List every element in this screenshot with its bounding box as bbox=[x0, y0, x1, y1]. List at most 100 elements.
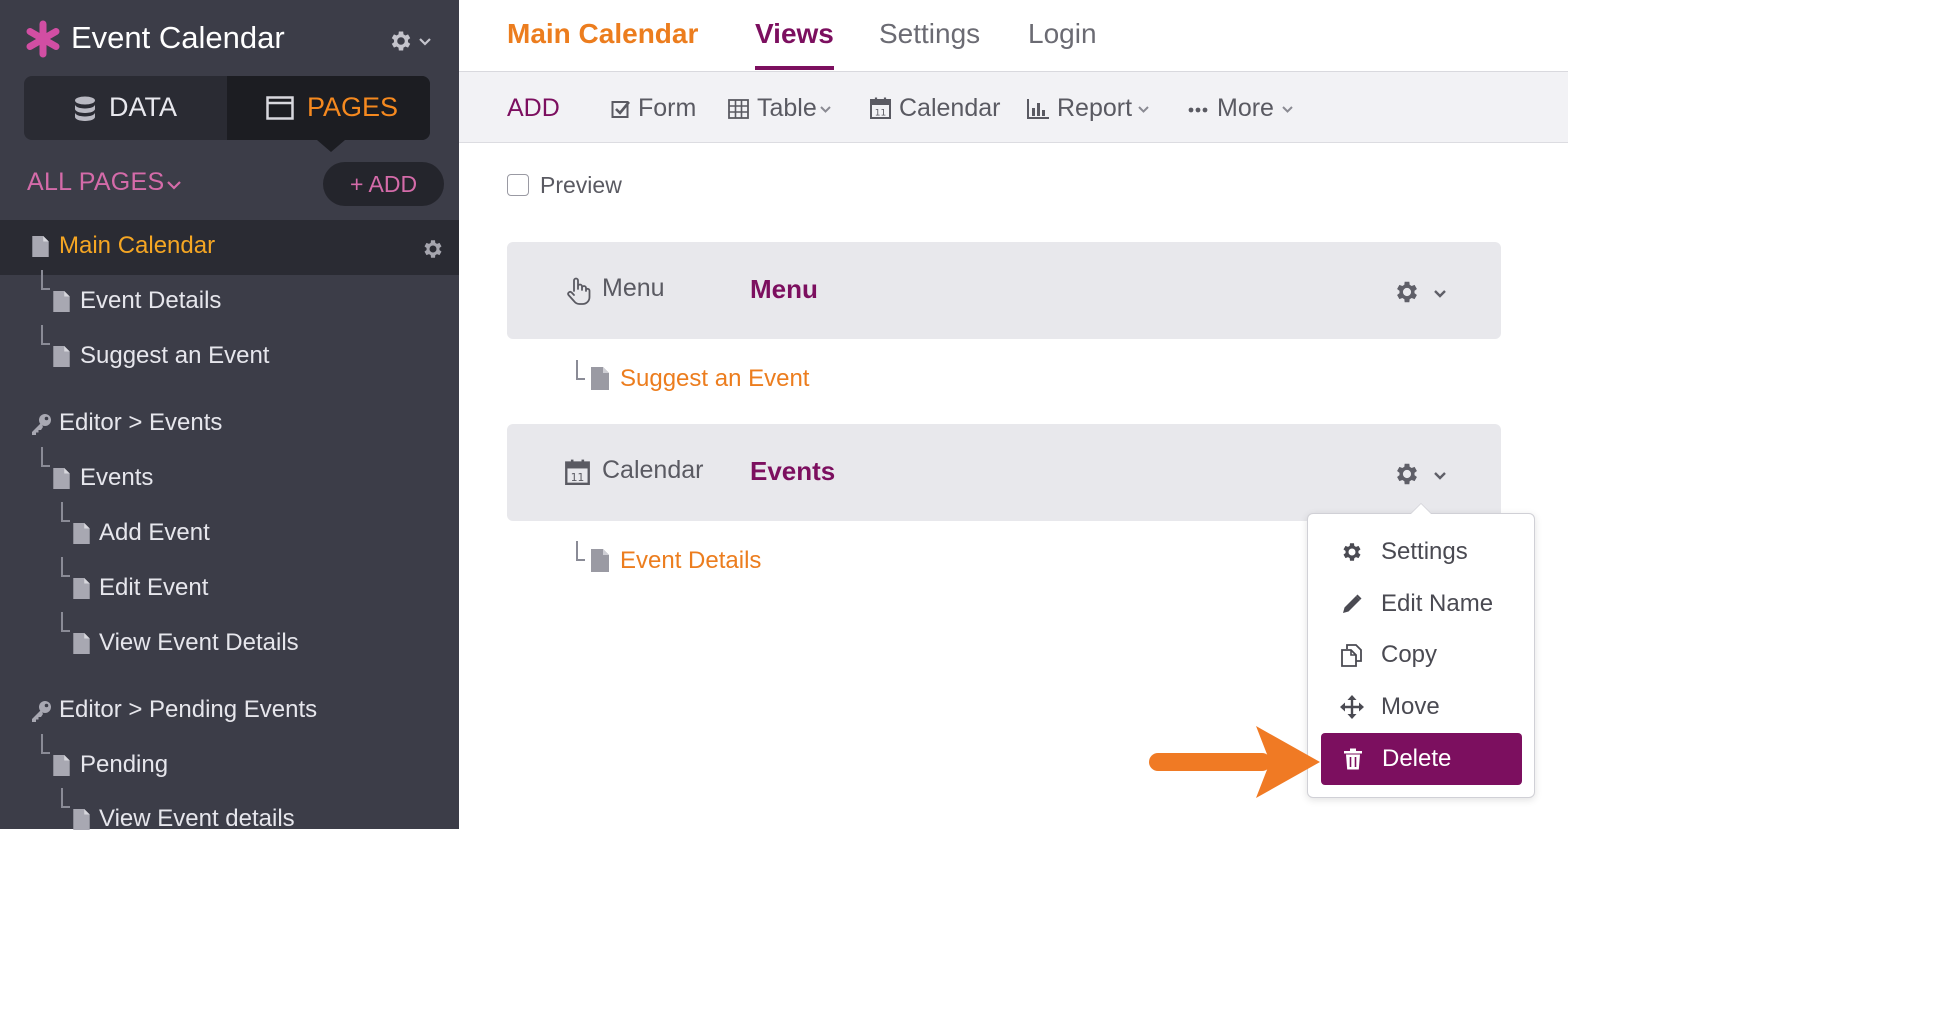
asterisk-logo-icon bbox=[26, 20, 60, 58]
active-page-item[interactable]: Main Calendar bbox=[59, 232, 215, 260]
page-tree-item[interactable]: Edit Event bbox=[99, 574, 208, 602]
chevron-down-icon[interactable] bbox=[166, 180, 182, 190]
menu-item-settings[interactable]: Settings bbox=[1320, 528, 1522, 576]
toolbar-add-label: ADD bbox=[507, 94, 560, 122]
tree-connector bbox=[41, 325, 50, 345]
page-icon bbox=[591, 549, 609, 572]
more-views-button[interactable]: More bbox=[1217, 94, 1274, 123]
add-table-button[interactable]: Table bbox=[757, 94, 817, 123]
add-page-button[interactable]: + ADD bbox=[323, 162, 444, 206]
tree-connector bbox=[61, 612, 70, 632]
page-title: Main Calendar bbox=[507, 18, 699, 49]
svg-text:11: 11 bbox=[875, 109, 886, 119]
key-icon bbox=[32, 414, 51, 435]
tab-login[interactable]: Login bbox=[1028, 18, 1097, 50]
tab-views[interactable]: Views bbox=[755, 18, 834, 50]
pencil-icon bbox=[1343, 594, 1362, 613]
tree-connector bbox=[61, 557, 70, 577]
page-tree-item[interactable]: View Event Details bbox=[99, 629, 299, 657]
trash-icon bbox=[1344, 748, 1362, 770]
pages-tab-label: PAGES bbox=[307, 92, 399, 122]
chevron-down-icon[interactable] bbox=[819, 105, 832, 114]
key-icon bbox=[32, 701, 51, 722]
tree-connector bbox=[61, 502, 70, 522]
svg-text:11: 11 bbox=[571, 471, 585, 484]
page-tree-item[interactable]: View Event details bbox=[99, 805, 295, 833]
page-icon bbox=[32, 236, 49, 257]
page-tree-item[interactable]: Events bbox=[80, 464, 153, 492]
menu-item-copy[interactable]: Copy bbox=[1320, 631, 1522, 679]
add-view-toolbar: ADD Form Table 11 Calendar Report More bbox=[459, 72, 1568, 143]
menu-item-label: Move bbox=[1381, 693, 1440, 720]
menu-item-label: Copy bbox=[1381, 641, 1438, 668]
view-type-label: Calendar bbox=[602, 456, 704, 484]
page-tree-item[interactable]: Event Details bbox=[80, 287, 221, 315]
active-tab-indicator bbox=[755, 66, 834, 70]
menu-item-move[interactable]: Move bbox=[1320, 683, 1522, 731]
page-icon bbox=[73, 578, 90, 599]
tree-connector bbox=[61, 788, 70, 808]
tree-connector bbox=[41, 270, 50, 290]
database-icon bbox=[75, 96, 95, 121]
gear-icon[interactable] bbox=[421, 237, 445, 261]
tree-connector bbox=[41, 447, 50, 467]
chevron-down-icon[interactable] bbox=[1281, 105, 1294, 114]
gear-icon[interactable] bbox=[388, 28, 414, 54]
chevron-down-icon[interactable] bbox=[418, 37, 432, 47]
add-report-button[interactable]: Report bbox=[1057, 94, 1132, 123]
checkbox-icon bbox=[611, 101, 631, 118]
pages-tab[interactable]: PAGES bbox=[227, 76, 430, 152]
menu-item-delete[interactable]: Delete bbox=[1321, 733, 1522, 785]
child-page-link[interactable]: Event Details bbox=[620, 547, 761, 575]
page-tree-item[interactable]: Pending bbox=[80, 751, 168, 779]
menu-item-label: Delete bbox=[1382, 745, 1452, 772]
view-name: Menu bbox=[750, 274, 818, 304]
calendar-icon: 11 bbox=[870, 97, 891, 119]
view-card-menu[interactable]: Menu Menu bbox=[507, 242, 1501, 339]
page-tree-item[interactable]: Suggest an Event bbox=[80, 342, 269, 370]
data-tab[interactable]: DATA bbox=[24, 76, 227, 140]
page-icon bbox=[53, 291, 70, 312]
move-icon bbox=[1340, 695, 1364, 719]
view-name: Events bbox=[750, 456, 836, 486]
gear-icon bbox=[1343, 543, 1361, 561]
gear-icon[interactable] bbox=[1393, 460, 1421, 488]
all-pages-filter[interactable]: ALL PAGES bbox=[27, 168, 165, 197]
tab-settings[interactable]: Settings bbox=[879, 18, 980, 50]
page-icon bbox=[53, 346, 70, 367]
tree-connector bbox=[41, 734, 50, 754]
view-card-calendar[interactable]: 11 Calendar Events bbox=[507, 424, 1501, 521]
add-form-button[interactable]: Form bbox=[638, 94, 696, 123]
menu-item-label: Edit Name bbox=[1381, 590, 1494, 617]
hand-pointer-icon bbox=[567, 277, 591, 305]
gear-icon[interactable] bbox=[1393, 278, 1421, 306]
child-page-link[interactable]: Suggest an Event bbox=[620, 365, 809, 393]
tree-connector bbox=[576, 360, 585, 380]
page-icon bbox=[73, 809, 90, 830]
page-tree-item[interactable]: Add Event bbox=[99, 519, 210, 547]
bar-chart-icon bbox=[1027, 99, 1049, 119]
data-tab-label: DATA bbox=[109, 92, 178, 122]
chevron-down-icon[interactable] bbox=[1137, 105, 1150, 114]
table-icon bbox=[728, 99, 749, 119]
page-tree-item[interactable]: Editor > Events bbox=[59, 409, 222, 437]
view-type-label: Menu bbox=[602, 274, 665, 302]
top-navigation: Main Calendar Views Settings Login bbox=[459, 0, 1568, 72]
preview-checkbox[interactable] bbox=[507, 174, 529, 196]
page-icon bbox=[591, 367, 609, 390]
page-icon bbox=[53, 755, 70, 776]
preview-label: Preview bbox=[540, 172, 622, 198]
add-calendar-button[interactable]: Calendar bbox=[899, 94, 1000, 123]
sidebar: Event Calendar DATA PAGES ALL PAGES + AD… bbox=[0, 0, 459, 832]
chevron-down-icon[interactable] bbox=[1433, 289, 1447, 299]
chevron-down-icon[interactable] bbox=[1433, 471, 1447, 481]
page-icon bbox=[53, 468, 70, 489]
data-pages-switch: DATA PAGES bbox=[24, 76, 430, 152]
calendar-icon: 11 bbox=[565, 459, 590, 485]
menu-item-edit-name[interactable]: Edit Name bbox=[1320, 580, 1522, 628]
sidebar-header: Event Calendar bbox=[0, 0, 459, 80]
ellipsis-icon bbox=[1188, 107, 1208, 113]
menu-item-label: Settings bbox=[1381, 538, 1468, 565]
page-tree-item[interactable]: Editor > Pending Events bbox=[59, 696, 317, 724]
view-options-menu: Settings Edit Name Copy Move Delete bbox=[1307, 503, 1535, 798]
